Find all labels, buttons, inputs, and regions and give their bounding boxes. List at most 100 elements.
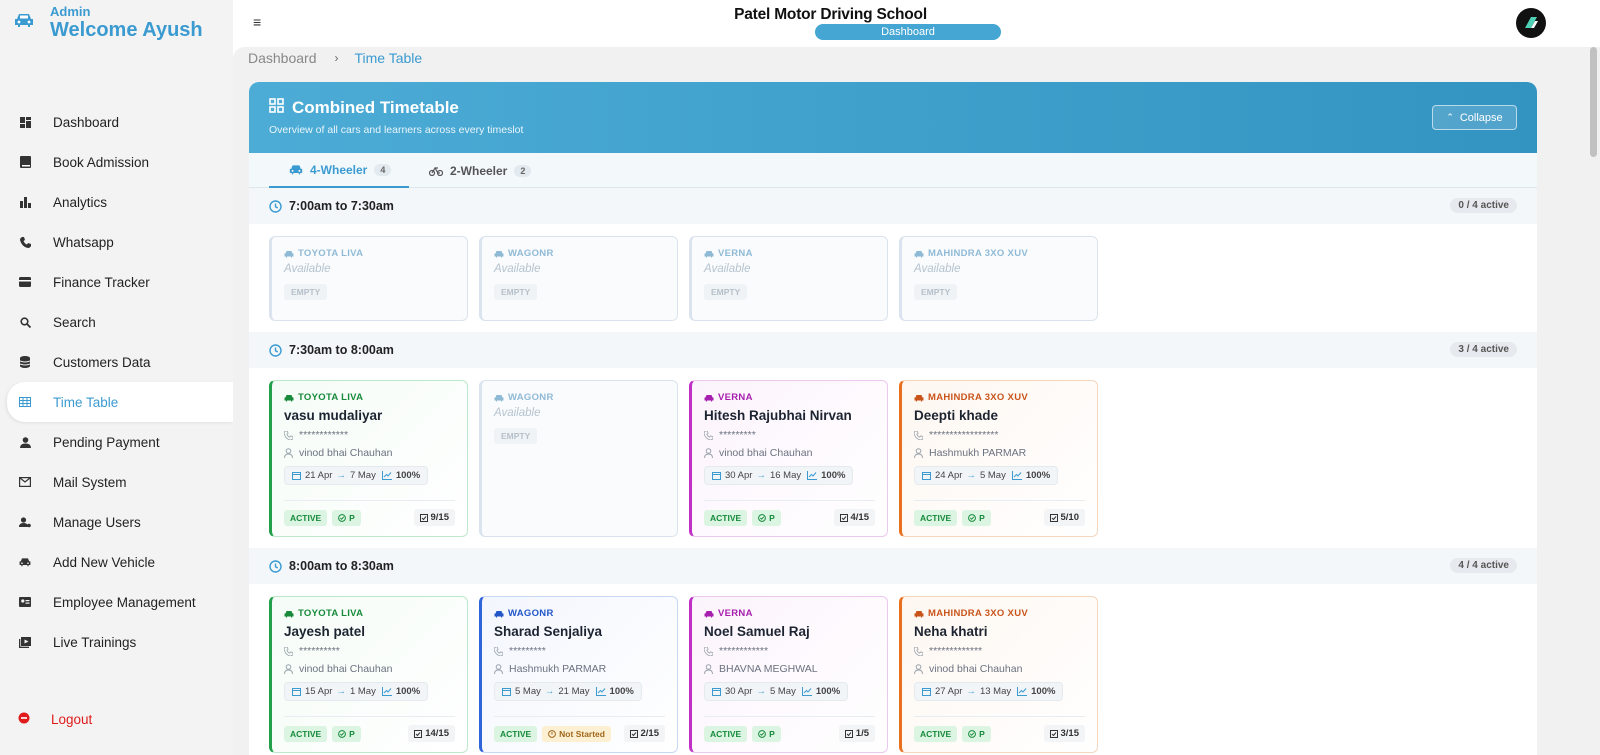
tab-2-wheeler[interactable]: 2-Wheeler 2 <box>429 153 532 188</box>
sidebar-item-employee-management[interactable]: Employee Management <box>0 582 233 622</box>
id-card-icon <box>18 595 32 609</box>
end-date: 1 May <box>349 686 376 697</box>
sidebar-item-book-admission[interactable]: Book Admission <box>0 142 233 182</box>
course-dates: 27 Apr → 13 May 100% <box>914 682 1064 701</box>
status-badge: ACTIVE <box>284 725 328 742</box>
scrollbar-thumb[interactable] <box>1590 47 1597 157</box>
progress-value: 100% <box>395 470 421 481</box>
user-icon <box>284 448 293 458</box>
availability-text: Available <box>704 263 751 275</box>
sidebar-item-live-trainings[interactable]: Live Trainings <box>0 622 233 662</box>
progress-value: 100% <box>1025 470 1051 481</box>
session-count: 5/10 <box>1043 509 1085 526</box>
tab-4-wheeler[interactable]: 4-Wheeler 4 <box>269 153 409 188</box>
warning-icon <box>548 729 557 738</box>
instructor: vinod bhai Chauhan <box>704 447 875 459</box>
sidebar-item-finance-tracker[interactable]: Finance Tracker <box>0 262 233 302</box>
timetable-subtitle: Overview of all cars and learners across… <box>269 124 524 136</box>
learner-card[interactable]: MAHINDRA 3XO XUV Neha khatri *************… <box>899 596 1098 753</box>
instructor: Hashmukh PARMAR <box>914 447 1085 459</box>
vehicle-slot-empty[interactable]: TOYOTA LIVA Available EMPTY <box>269 236 468 321</box>
vehicle-name: VERNA <box>704 392 875 403</box>
phone-icon <box>704 646 713 656</box>
vehicle-slot-empty[interactable]: VERNA Available EMPTY <box>689 236 888 321</box>
collapse-button[interactable]: ⌃ Collapse <box>1432 105 1517 130</box>
database-icon <box>18 355 32 369</box>
vehicle-slot-empty[interactable]: WAGONR Available EMPTY <box>479 380 678 537</box>
sidebar-item-mail-system[interactable]: Mail System <box>0 462 233 502</box>
learner-card[interactable]: TOYOTA LIVA vasu mudaliyar ************ vin… <box>269 380 468 537</box>
sidebar: Admin Welcome Ayush Dashboard Book Admis… <box>0 0 233 755</box>
breadcrumb-dashboard[interactable]: Dashboard <box>248 50 317 66</box>
learner-card[interactable]: WAGONR Sharad Senjaliya ********* Hashmukh … <box>479 596 678 753</box>
checkbox-icon <box>1049 513 1058 522</box>
vehicle-slot-empty[interactable]: WAGONR Available EMPTY <box>479 236 678 321</box>
session-count: 14/15 <box>408 725 455 742</box>
arrow-right-icon: → <box>966 470 976 481</box>
check-circle-icon <box>968 729 977 738</box>
trend-icon <box>381 687 392 696</box>
sidebar-item-label: Mail System <box>53 474 127 490</box>
sidebar-item-label: Employee Management <box>53 594 196 610</box>
learner-card[interactable]: VERNA Hitesh Rajubhai Nirvan ********* vino… <box>689 380 888 537</box>
profile-logo-icon[interactable] <box>1516 8 1546 38</box>
vehicle-label: WAGONR <box>508 392 554 403</box>
sidebar-item-pending-payment[interactable]: Pending Payment <box>0 422 233 462</box>
sidebar-item-dashboard[interactable]: Dashboard <box>0 102 233 142</box>
user-icon <box>284 664 293 674</box>
course-dates: 15 Apr → 1 May 100% <box>284 682 429 701</box>
arrow-right-icon: → <box>966 686 976 697</box>
phone-icon <box>18 235 32 249</box>
sidebar-item-customers-data[interactable]: Customers Data <box>0 342 233 382</box>
sidebar-item-manage-users[interactable]: Manage Users <box>0 502 233 542</box>
trend-icon <box>807 471 818 480</box>
learner-phone: ********** <box>284 645 455 657</box>
vehicle-slot-empty[interactable]: MAHINDRA 3XO XUV Available EMPTY <box>899 236 1098 321</box>
calendar-icon <box>922 687 931 696</box>
empty-badge: EMPTY <box>494 428 538 444</box>
learner-card[interactable]: MAHINDRA 3XO XUV Deepti khade ************… <box>899 380 1098 537</box>
arrow-right-icon: → <box>756 470 766 481</box>
timetable-header: Combined Timetable Overview of all cars … <box>249 82 1537 153</box>
vehicle-label: WAGONR <box>508 608 554 619</box>
attendance-value: P <box>769 728 775 739</box>
sidebar-item-time-table[interactable]: Time Table <box>7 382 233 422</box>
sidebar-item-search[interactable]: Search <box>0 302 233 342</box>
learner-phone: ********* <box>704 429 875 441</box>
attendance-value: P <box>349 512 355 523</box>
attendance-value: P <box>979 512 985 523</box>
sidebar-item-add-new-vehicle[interactable]: Add New Vehicle <box>0 542 233 582</box>
logout-button[interactable]: Logout <box>18 712 92 727</box>
sidebar-item-whatsapp[interactable]: Whatsapp <box>0 222 233 262</box>
status-badge: ACTIVE <box>704 725 748 742</box>
card-footer: ACTIVE P 14/15 <box>284 716 455 742</box>
session-count: 4/15 <box>833 509 875 526</box>
card-footer: ACTIVE P 9/15 <box>284 500 455 526</box>
tab-label: 4-Wheeler <box>310 162 368 177</box>
sidebar-item-label: Time Table <box>53 394 119 410</box>
learner-card[interactable]: TOYOTA LIVA Jayesh patel ********** vinod b… <box>269 596 468 753</box>
attendance-value: P <box>349 728 355 739</box>
car-icon <box>18 555 32 569</box>
phone-value: ***************** <box>929 429 999 441</box>
dashboard-pill[interactable]: Dashboard <box>815 24 1001 40</box>
learner-card[interactable]: VERNA Noel Samuel Raj ************ BHAVNA M… <box>689 596 888 753</box>
session-count-value: 4/15 <box>850 512 870 523</box>
instructor-name: vinod bhai Chauhan <box>929 663 1023 675</box>
timeslot-header: 8:00am to 8:30am 4 / 4 active <box>249 548 1537 584</box>
vehicle-name: TOYOTA LIVA <box>284 248 455 259</box>
progress-value: 100% <box>1031 686 1056 697</box>
course-dates: 24 Apr → 5 May 100% <box>914 466 1059 485</box>
calendar-icon <box>502 687 511 696</box>
sidebar-item-label: Analytics <box>53 194 108 210</box>
instructor-name: vinod bhai Chauhan <box>719 447 813 459</box>
empty-badge: EMPTY <box>284 284 328 300</box>
sidebar-item-analytics[interactable]: Analytics <box>0 182 233 222</box>
breadcrumb-separator: › <box>334 51 339 65</box>
empty-badge: EMPTY <box>704 284 748 300</box>
user-role: Admin <box>50 4 91 19</box>
trend-icon <box>801 687 812 696</box>
timeslot-time: 7:30am to 8:00am <box>289 343 394 357</box>
scrollbar[interactable] <box>1587 47 1600 755</box>
attendance-badge: P <box>962 509 991 526</box>
